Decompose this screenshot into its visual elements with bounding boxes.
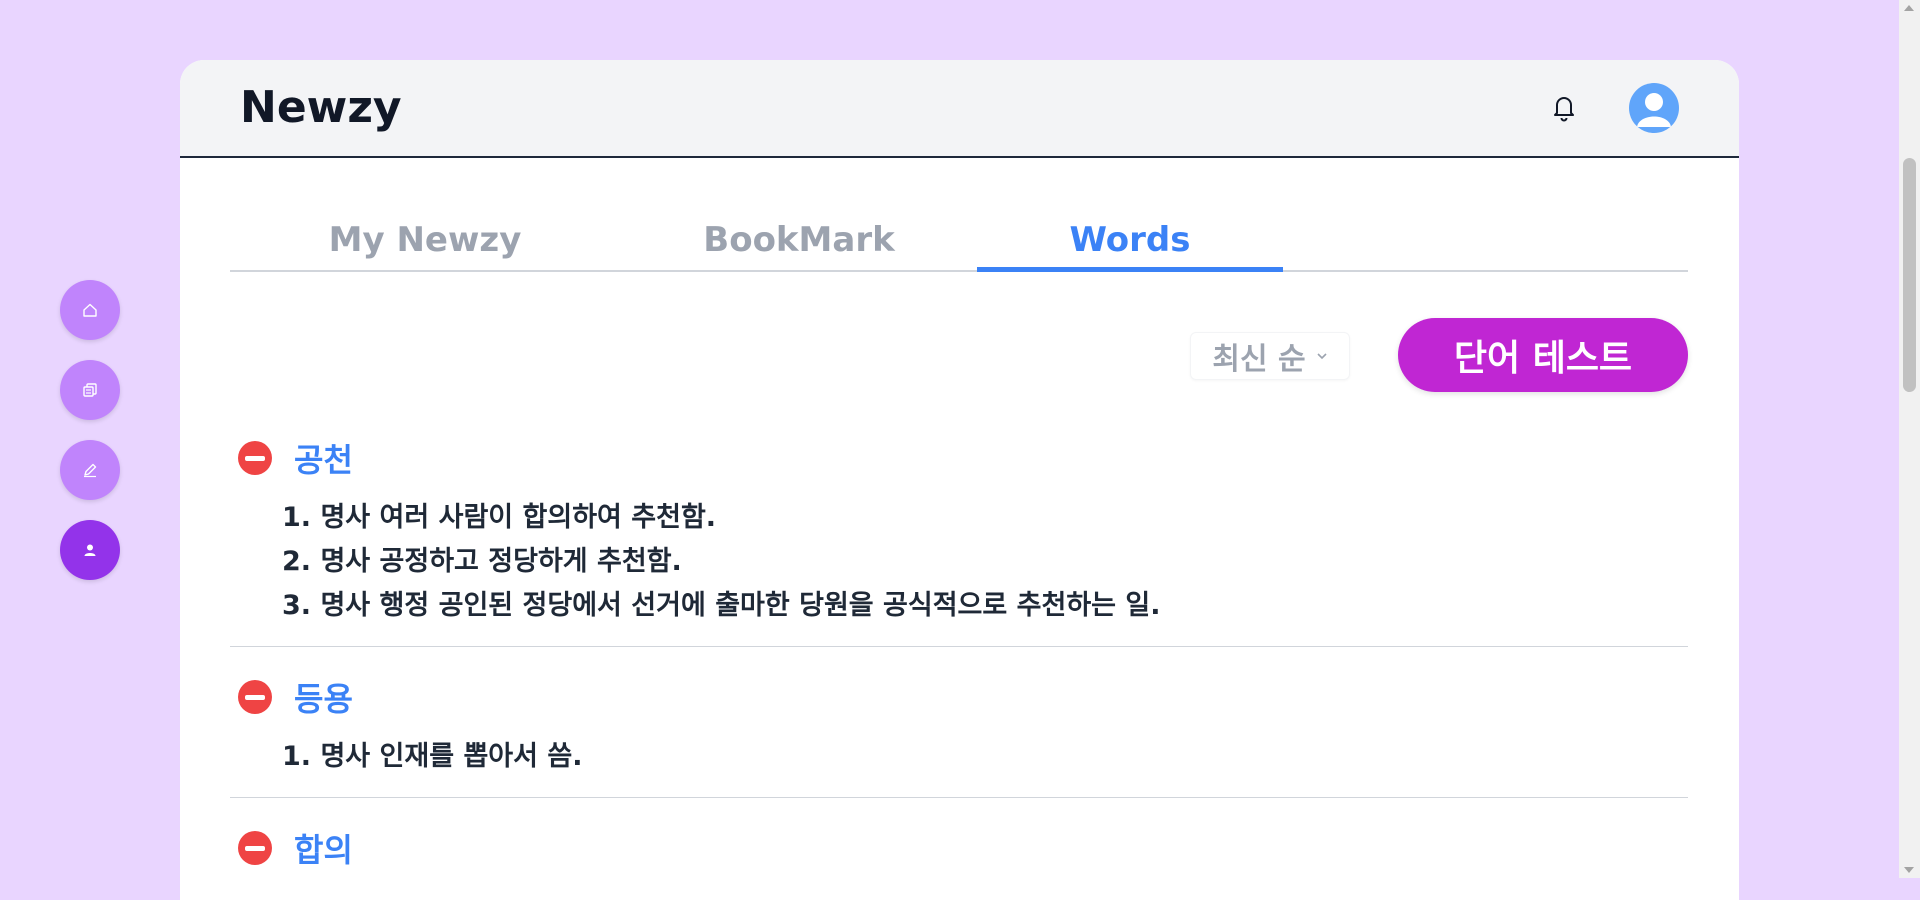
main-card: Newzy My Newzy BookMark Words 최신 순 단어 테스…: [180, 60, 1739, 900]
meaning-list: 1. 명사 인재를 뽑아서 씀.: [230, 735, 1688, 779]
nav-copy-button[interactable]: [60, 360, 120, 420]
tab-bar: My Newzy BookMark Words: [230, 208, 1688, 272]
side-navigation: [60, 280, 120, 580]
home-icon: [83, 303, 97, 317]
notification-button[interactable]: [1547, 91, 1581, 125]
remove-word-icon[interactable]: [238, 441, 272, 475]
remove-word-icon[interactable]: [238, 831, 272, 865]
meaning-item: 1. 명사 여러 사람이 합의하여 추천함.: [282, 502, 717, 533]
sort-select[interactable]: 최신 순: [1190, 332, 1350, 380]
user-avatar-icon: [1637, 93, 1671, 127]
scroll-thumb[interactable]: [1903, 158, 1916, 392]
meaning-item: 1. 명사 인재를 뽑아서 씀.: [282, 741, 583, 772]
nav-profile-button[interactable]: [60, 520, 120, 580]
sort-label: 최신 순: [1212, 342, 1306, 377]
bell-icon: [1554, 97, 1574, 122]
scroll-up-arrow-icon[interactable]: [1904, 5, 1914, 11]
app-logo[interactable]: Newzy: [240, 82, 402, 133]
tab-bookmark[interactable]: BookMark: [646, 220, 952, 270]
pencil-icon: [84, 463, 97, 478]
tab-words[interactable]: Words: [977, 220, 1283, 272]
nav-home-button[interactable]: [60, 280, 120, 340]
meaning-list: 1. 명사 여러 사람이 합의하여 추천함. 2. 명사 공정하고 정당하게 추…: [230, 496, 1688, 628]
profile-avatar[interactable]: [1629, 83, 1679, 133]
copy-icon: [83, 383, 97, 397]
meaning-item: 3. 명사 행정 공인된 정당에서 선거에 출마한 당원을 공식적으로 추천하는…: [282, 590, 1161, 621]
word-item: 합의: [230, 818, 1688, 896]
chevron-down-icon: [1317, 353, 1327, 360]
word-title[interactable]: 공천: [294, 435, 353, 481]
meaning-item: 2. 명사 공정하고 정당하게 추천함.: [282, 546, 682, 577]
word-title[interactable]: 합의: [294, 825, 353, 871]
user-icon: [84, 544, 96, 556]
tab-my-newzy[interactable]: My Newzy: [272, 220, 578, 270]
word-title[interactable]: 등용: [294, 674, 353, 720]
word-item: 등용 1. 명사 인재를 뽑아서 씀.: [230, 667, 1688, 798]
word-item: 공천 1. 명사 여러 사람이 합의하여 추천함. 2. 명사 공정하고 정당하…: [230, 428, 1688, 647]
remove-word-icon[interactable]: [238, 680, 272, 714]
word-list: 공천 1. 명사 여러 사람이 합의하여 추천함. 2. 명사 공정하고 정당하…: [230, 428, 1688, 900]
header: Newzy: [180, 60, 1739, 158]
nav-edit-button[interactable]: [60, 440, 120, 500]
scroll-down-arrow-icon[interactable]: [1904, 867, 1914, 873]
scrollbar[interactable]: [1899, 0, 1920, 878]
word-test-button[interactable]: 단어 테스트: [1398, 318, 1688, 392]
word-controls: 최신 순 단어 테스트: [230, 318, 1688, 394]
